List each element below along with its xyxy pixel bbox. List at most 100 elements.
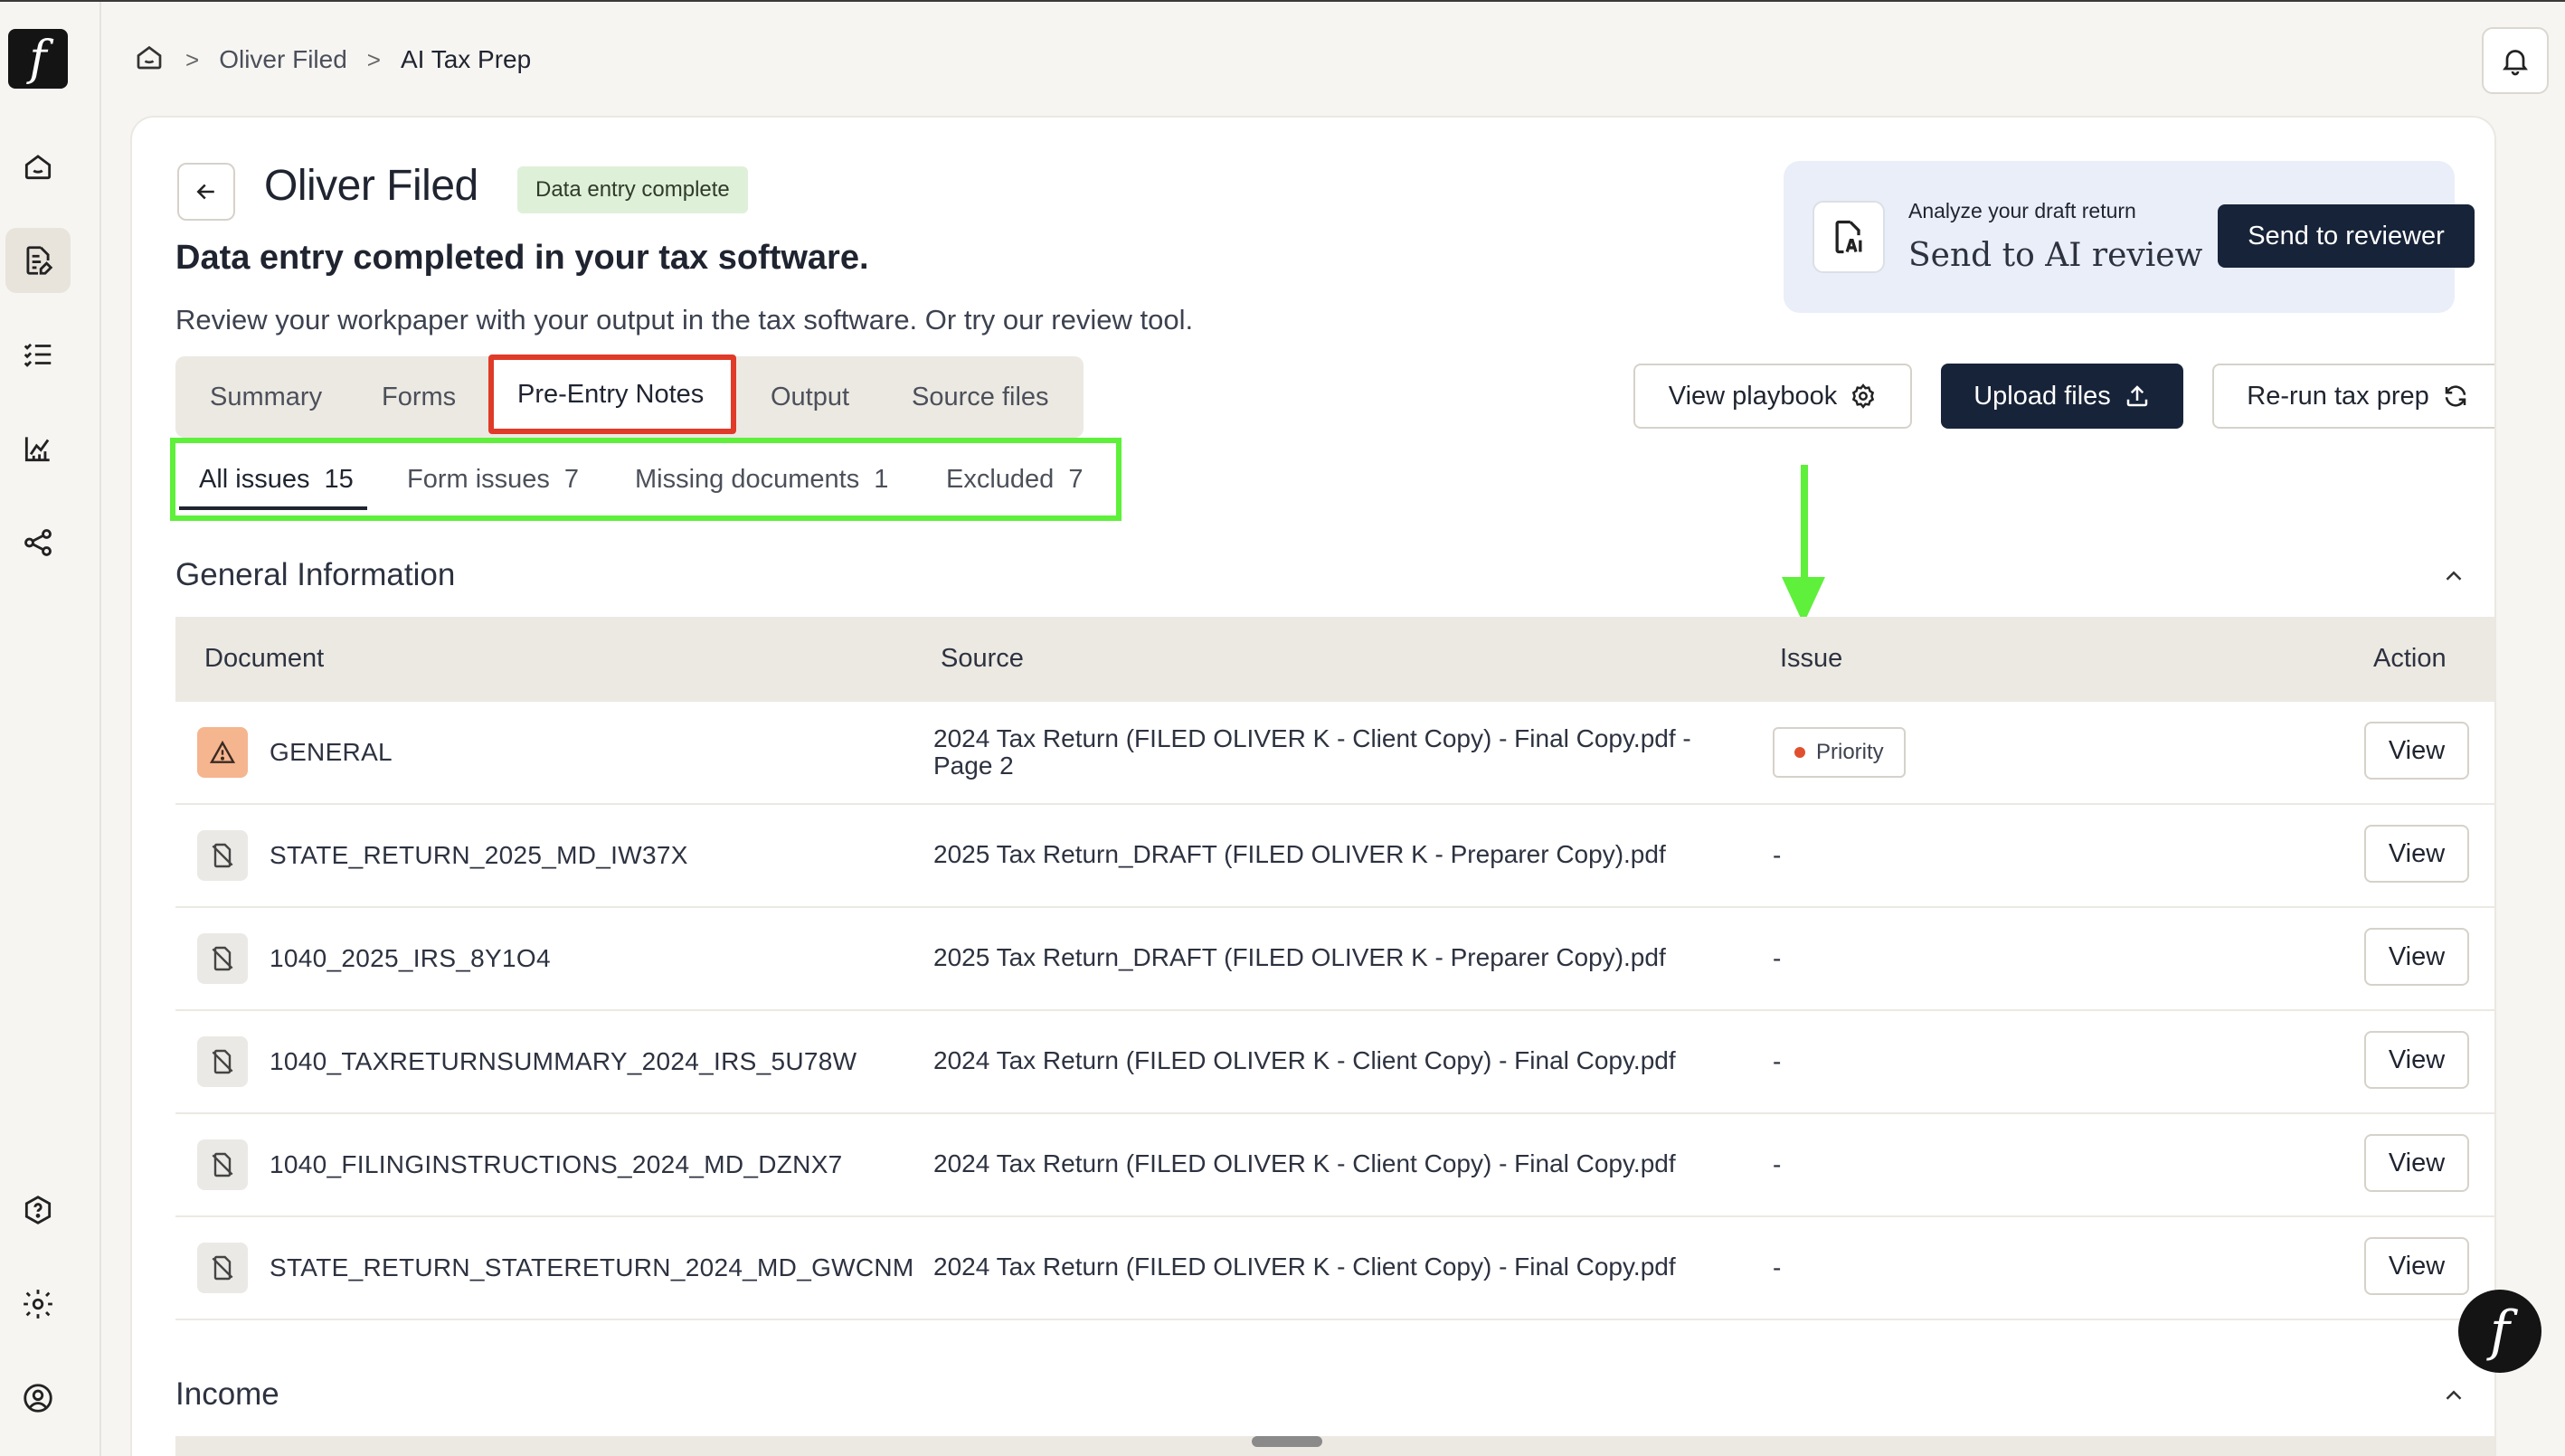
document-name: STATE_RETURN_2025_MD_IW37X <box>270 841 688 869</box>
send-to-reviewer-button[interactable]: Send to reviewer <box>2218 204 2475 268</box>
document-source: 2024 Tax Return (FILED OLIVER K - Client… <box>933 1253 1676 1281</box>
account-nav-icon[interactable] <box>5 1366 71 1431</box>
warning-icon <box>197 727 248 778</box>
notifications-button[interactable] <box>2482 27 2549 94</box>
document-source: 2025 Tax Return_DRAFT (FILED OLIVER K - … <box>933 840 1666 868</box>
filter-count: 15 <box>324 464 354 494</box>
file-off-icon <box>197 1243 248 1293</box>
upload-icon <box>2126 385 2148 407</box>
view-button[interactable]: View <box>2364 1134 2469 1192</box>
subheadline: Review your workpaper with your output i… <box>175 304 1194 336</box>
top-bar: > Oliver Filed > AI Tax Prep <box>101 2 2565 116</box>
table-row: GENERAL 2024 Tax Return (FILED OLIVER K … <box>175 702 2494 805</box>
table-row: STATE_RETURN_STATERETURN_2024_MD_GWCNM 2… <box>175 1217 2494 1320</box>
status-badge: Data entry complete <box>517 166 748 213</box>
file-off-icon <box>197 1036 248 1087</box>
view-button[interactable]: View <box>2364 722 2469 780</box>
column-action: Action <box>2373 644 2447 673</box>
rerun-tax-prep-label: Re-run tax prep <box>2247 381 2429 411</box>
breadcrumb: > Oliver Filed > AI Tax Prep <box>133 42 531 78</box>
section-title-income: Income <box>175 1376 279 1412</box>
view-playbook-label: View playbook <box>1668 381 1838 411</box>
filter-form-issues[interactable]: Form issues 7 <box>407 461 579 497</box>
scrollbar-handle[interactable] <box>1252 1436 1322 1447</box>
page-title: Oliver Filed <box>264 162 478 210</box>
table-row: 1040_TAXRETURNSUMMARY_2024_IRS_5U78W 202… <box>175 1011 2494 1114</box>
income-table-header <box>175 1436 2494 1456</box>
ai-review-caption: Analyze your draft return <box>1908 199 2136 222</box>
tab-summary[interactable]: Summary <box>210 356 322 438</box>
document-source: 2024 Tax Return (FILED OLIVER K - Client… <box>933 724 1691 780</box>
ai-document-icon <box>1813 201 1885 273</box>
view-playbook-button[interactable]: View playbook <box>1633 364 1912 429</box>
view-button[interactable]: View <box>2364 1031 2469 1089</box>
issue-value: - <box>1773 1253 1782 1281</box>
table-row: STATE_RETURN_2025_MD_IW37X 2025 Tax Retu… <box>175 805 2494 908</box>
document-name: 1040_FILINGINSTRUCTIONS_2024_MD_DZNX7 <box>270 1150 843 1178</box>
file-off-icon <box>197 1139 248 1190</box>
priority-badge: Priority <box>1773 727 1906 778</box>
ai-review-panel: Analyze your draft return Send to AI rev… <box>1784 161 2475 313</box>
document-edit-nav-icon[interactable] <box>5 228 71 293</box>
breadcrumb-client[interactable]: Oliver Filed <box>219 45 347 74</box>
issues-table: Document Source Issue Action GENERAL 202… <box>175 617 2494 1320</box>
sidebar: f <box>0 2 101 1456</box>
filter-all-issues[interactable]: All issues 15 <box>199 461 354 497</box>
document-name: 1040_TAXRETURNSUMMARY_2024_IRS_5U78W <box>270 1047 857 1075</box>
filter-count: 7 <box>1068 464 1084 494</box>
chevron-up-icon[interactable] <box>2440 1382 2467 1409</box>
share-nav-icon[interactable] <box>5 510 71 575</box>
priority-dot-icon <box>1794 747 1805 758</box>
column-issue: Issue <box>1780 644 1843 673</box>
arrow-left-icon <box>196 184 214 200</box>
file-off-icon <box>197 933 248 984</box>
tab-source-files[interactable]: Source files <box>912 356 1049 438</box>
filter-label: Excluded <box>946 464 1055 494</box>
settings-nav-icon[interactable] <box>5 1272 71 1337</box>
breadcrumb-current: AI Tax Prep <box>400 45 532 73</box>
filter-count: 1 <box>874 464 889 494</box>
analytics-nav-icon[interactable] <box>5 416 71 481</box>
document-source: 2025 Tax Return_DRAFT (FILED OLIVER K - … <box>933 943 1666 971</box>
view-button[interactable]: View <box>2364 928 2469 986</box>
issue-value: - <box>1773 1047 1782 1075</box>
view-button[interactable]: View <box>2364 825 2469 883</box>
table-header: Document Source Issue Action <box>175 617 2494 702</box>
document-name: 1040_2025_IRS_8Y1O4 <box>270 944 551 972</box>
table-row: 1040_FILINGINSTRUCTIONS_2024_MD_DZNX7 20… <box>175 1114 2494 1217</box>
home-nav-icon[interactable] <box>5 134 71 199</box>
tab-pre-entry-notes[interactable]: Pre-Entry Notes <box>488 355 736 434</box>
gear-icon <box>1852 383 1875 409</box>
issue-value: - <box>1773 944 1782 972</box>
document-source: 2024 Tax Return (FILED OLIVER K - Client… <box>933 1149 1676 1177</box>
rerun-tax-prep-button[interactable]: Re-run tax prep <box>2212 364 2494 429</box>
tab-forms[interactable]: Forms <box>382 356 456 438</box>
bell-icon <box>2503 50 2528 76</box>
view-button[interactable]: View <box>2364 1237 2469 1295</box>
filter-label: All issues <box>199 464 310 494</box>
chevron-up-icon[interactable] <box>2440 563 2467 590</box>
issue-value: - <box>1773 841 1782 869</box>
document-name: GENERAL <box>270 738 393 766</box>
refresh-icon <box>2445 385 2466 407</box>
home-icon[interactable] <box>133 41 166 80</box>
tab-output[interactable]: Output <box>771 356 849 438</box>
filter-label: Form issues <box>407 464 550 494</box>
help-nav-icon[interactable] <box>5 1177 71 1243</box>
column-document: Document <box>204 644 325 673</box>
column-source: Source <box>941 644 1024 673</box>
breadcrumb-separator: > <box>366 45 381 73</box>
filter-count: 7 <box>563 464 580 494</box>
back-button[interactable] <box>177 163 235 221</box>
filter-missing-documents[interactable]: Missing documents 1 <box>635 461 888 497</box>
assistant-launcher-button[interactable]: f <box>2458 1290 2541 1373</box>
upload-files-button[interactable]: Upload files <box>1941 364 2183 429</box>
app-logo[interactable]: f <box>8 29 68 89</box>
filter-excluded[interactable]: Excluded 7 <box>946 461 1083 497</box>
checklist-nav-icon[interactable] <box>5 322 71 387</box>
document-name: STATE_RETURN_STATERETURN_2024_MD_GWCNM <box>270 1253 914 1281</box>
issue-filter-bar: All issues 15 Form issues 7 Missing docu… <box>170 438 1122 521</box>
annotation-arrow-icon <box>1782 465 1825 624</box>
ai-review-title: Send to AI review <box>1908 237 2203 274</box>
upload-files-label: Upload files <box>1973 381 2111 411</box>
